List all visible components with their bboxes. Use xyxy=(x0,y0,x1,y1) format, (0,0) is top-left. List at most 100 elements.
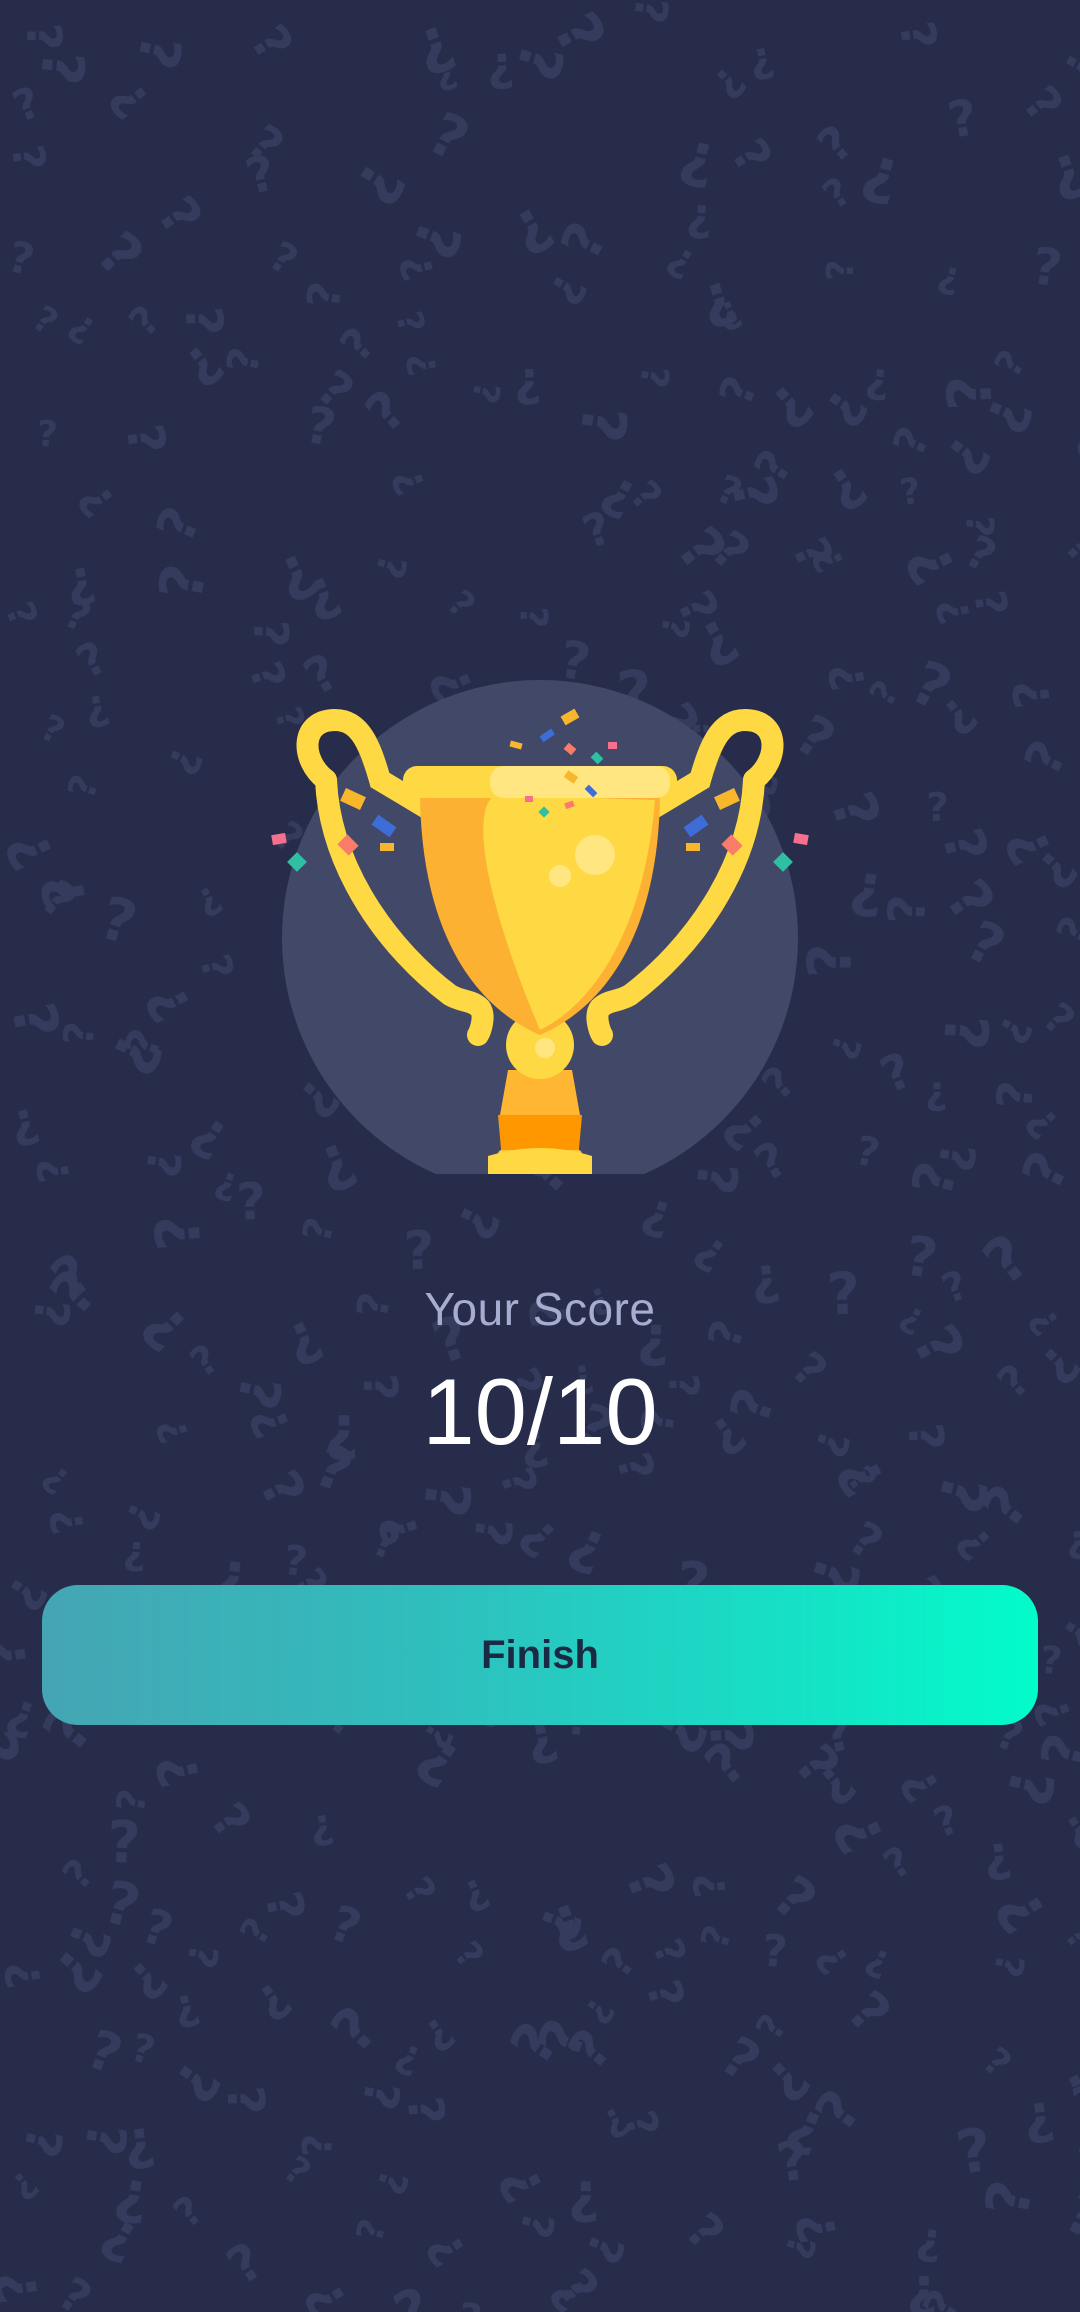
question-mark-pattern-glyph: ? xyxy=(815,169,860,219)
question-mark-pattern-glyph: ¿ xyxy=(661,233,705,284)
question-mark-pattern-glyph: ¿ xyxy=(46,1911,116,1964)
question-mark-pattern-glyph: ? xyxy=(417,98,480,175)
question-mark-pattern-glyph: ¿ xyxy=(999,814,1072,871)
question-mark-pattern-glyph: ? xyxy=(122,1531,148,1578)
question-mark-pattern-glyph: ? xyxy=(231,1910,280,1952)
question-mark-pattern-glyph: ? xyxy=(72,2119,139,2160)
question-mark-pattern-glyph: ¿ xyxy=(485,35,516,92)
question-mark-pattern-glyph: ¿ xyxy=(988,1873,1067,1941)
question-mark-pattern-glyph: ? xyxy=(114,420,177,458)
question-mark-pattern-glyph: ? xyxy=(839,1459,884,1501)
question-mark-pattern-glyph: ? xyxy=(350,2077,410,2115)
finish-button[interactable]: Finish xyxy=(42,1585,1038,1725)
question-mark-pattern-glyph: ? xyxy=(576,500,619,559)
question-mark-pattern-glyph: ? xyxy=(710,2024,772,2095)
question-mark-pattern-glyph: ? xyxy=(25,298,65,344)
question-mark-pattern-glyph: ¿ xyxy=(752,2009,800,2049)
question-mark-pattern-glyph: ¿ xyxy=(823,258,867,281)
question-mark-pattern-glyph: ¿ xyxy=(306,1799,336,1850)
question-mark-pattern-glyph: ? xyxy=(1053,2047,1080,2104)
question-mark-pattern-glyph: ¿ xyxy=(846,849,889,921)
question-mark-pattern-glyph: ? xyxy=(981,1830,1015,1890)
question-mark-pattern-glyph: ? xyxy=(367,1506,431,1552)
question-mark-pattern-glyph: ? xyxy=(1054,2176,1080,2253)
question-mark-pattern-glyph: ? xyxy=(439,583,483,627)
question-mark-pattern-glyph: ¿ xyxy=(597,1941,651,1990)
question-mark-pattern-glyph: ? xyxy=(29,869,100,914)
question-mark-pattern-glyph: ¿ xyxy=(1008,676,1068,711)
question-mark-pattern-glyph: ? xyxy=(804,541,854,578)
question-mark-pattern-glyph: ¿ xyxy=(971,2043,1017,2091)
question-mark-pattern-glyph: ¿ xyxy=(698,53,750,104)
question-mark-pattern-glyph: ? xyxy=(146,559,221,605)
question-mark-pattern-glyph: ? xyxy=(0,2266,52,2308)
question-mark-pattern-glyph: ¿ xyxy=(932,592,986,628)
question-mark-pattern-glyph: ? xyxy=(34,707,71,753)
question-mark-pattern-glyph: ¿ xyxy=(18,47,89,88)
question-mark-pattern-glyph: ? xyxy=(1067,2074,1080,2136)
question-mark-pattern-glyph: ¿ xyxy=(77,225,150,298)
question-mark-pattern-glyph: ¿ xyxy=(594,458,649,525)
question-mark-pattern-glyph: ¿ xyxy=(1030,997,1080,1050)
question-mark-pattern-glyph: ¿ xyxy=(388,2281,443,2312)
question-mark-pattern-glyph: ? xyxy=(486,2157,556,2213)
question-mark-pattern-glyph: ? xyxy=(390,249,445,286)
question-mark-pattern-glyph: ¿ xyxy=(709,471,784,520)
question-mark-pattern-glyph: ¿ xyxy=(55,594,96,648)
question-mark-pattern-glyph: ? xyxy=(190,949,244,985)
question-mark-pattern-glyph: ? xyxy=(643,1933,694,1972)
question-mark-pattern-glyph: ¿ xyxy=(94,1875,145,1951)
question-mark-pattern-glyph: ? xyxy=(558,1512,616,1588)
question-mark-pattern-glyph: ? xyxy=(991,1762,1067,1812)
question-mark-pattern-glyph: ? xyxy=(539,0,620,67)
question-mark-pattern-glyph: ¿ xyxy=(152,737,207,780)
question-mark-pattern-glyph: ¿ xyxy=(779,2086,837,2162)
question-mark-pattern-glyph: ¿ xyxy=(1050,1799,1080,1855)
question-mark-pattern-glyph: ¿ xyxy=(618,475,668,523)
question-mark-pattern-glyph: ? xyxy=(1069,2134,1080,2197)
question-mark-pattern-glyph: ¿ xyxy=(557,401,632,446)
question-mark-pattern-glyph: ¿ xyxy=(209,2085,269,2117)
question-mark-pattern-glyph: ? xyxy=(1068,474,1080,522)
question-mark-pattern-glyph: ¿ xyxy=(273,2151,316,2198)
question-mark-pattern-glyph: ? xyxy=(897,471,923,515)
question-mark-pattern-glyph: ¿ xyxy=(72,471,130,523)
question-mark-pattern-glyph: ? xyxy=(98,70,161,129)
question-mark-pattern-glyph: ? xyxy=(497,2010,572,2076)
question-mark-pattern-glyph: ? xyxy=(900,1155,971,1203)
question-mark-pattern-glyph: ? xyxy=(943,88,982,150)
question-mark-pattern-glyph: ? xyxy=(31,869,87,930)
question-mark-pattern-glyph: ? xyxy=(177,1940,227,1973)
question-mark-pattern-glyph: ? xyxy=(685,1871,737,1899)
question-mark-pattern-glyph: ? xyxy=(237,114,294,175)
question-mark-pattern-glyph: ¿ xyxy=(3,1090,44,1151)
question-mark-pattern-glyph: ? xyxy=(983,1949,1032,1981)
question-mark-pattern-glyph: ? xyxy=(1050,1609,1080,1660)
question-mark-pattern-glyph: ? xyxy=(382,461,435,502)
question-mark-pattern-glyph: ? xyxy=(261,232,306,285)
question-mark-pattern-glyph: ¿ xyxy=(384,308,429,339)
question-mark-pattern-glyph: ¿ xyxy=(629,1976,689,2017)
question-mark-pattern-glyph: ? xyxy=(785,2206,850,2248)
question-mark-pattern-glyph: ¿ xyxy=(168,327,230,394)
question-mark-pattern-glyph: ¿ xyxy=(906,2256,937,2312)
question-mark-pattern-glyph: ? xyxy=(79,2017,131,2087)
question-mark-pattern-glyph: ¿ xyxy=(865,675,911,716)
question-mark-pattern-glyph: ? xyxy=(853,139,908,219)
question-mark-pattern-glyph: ¿ xyxy=(112,1944,173,2008)
question-mark-pattern-glyph: ? xyxy=(388,2033,427,2084)
question-mark-pattern-glyph: ? xyxy=(114,1494,170,1538)
question-mark-pattern-glyph: ? xyxy=(0,1686,44,1749)
question-mark-pattern-glyph: ? xyxy=(15,22,72,52)
question-mark-pattern-glyph: ¿ xyxy=(609,2107,664,2146)
question-mark-pattern-glyph: ¿ xyxy=(1019,2081,1058,2147)
question-mark-pattern-glyph: ? xyxy=(637,2305,686,2312)
question-mark-pattern-glyph: ? xyxy=(1,142,55,174)
question-mark-pattern-glyph: ? xyxy=(1047,908,1080,953)
question-mark-pattern-glyph: ¿ xyxy=(604,1857,682,1916)
question-mark-pattern-glyph: ? xyxy=(242,618,299,648)
question-mark-pattern-glyph: ¿ xyxy=(303,279,359,313)
question-mark-pattern-glyph: ? xyxy=(889,1759,951,1812)
question-mark-pattern-glyph: ¿ xyxy=(87,1019,168,1082)
question-mark-pattern-glyph: ¿ xyxy=(294,555,347,626)
